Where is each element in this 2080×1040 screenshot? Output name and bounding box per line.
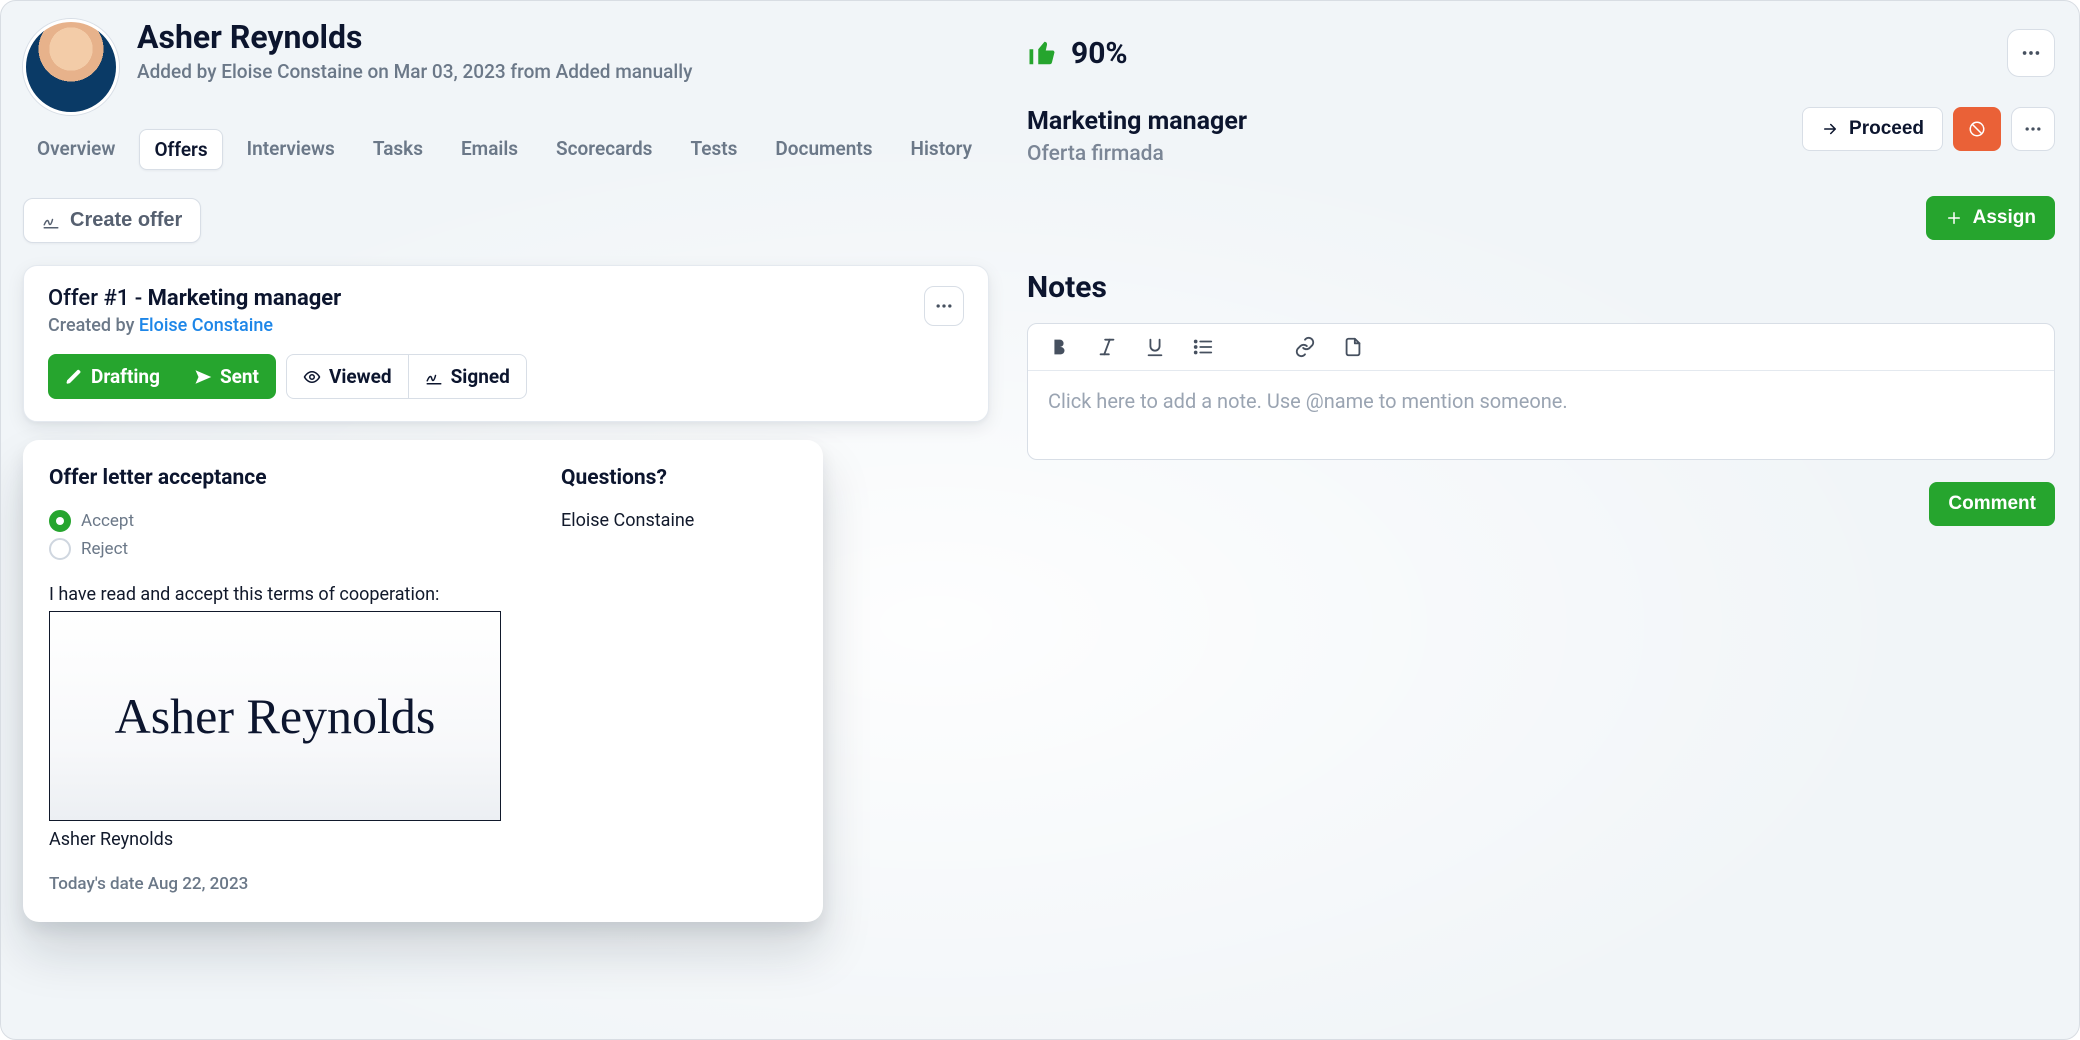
notes-heading: Notes — [1027, 270, 2055, 305]
assign-button[interactable]: Assign — [1926, 196, 2055, 240]
created-by-link[interactable]: Eloise Constaine — [139, 315, 273, 336]
arrow-right-icon — [1821, 120, 1839, 138]
underline-button[interactable] — [1144, 336, 1166, 358]
match-score: 90% — [1027, 36, 1128, 71]
signature-icon — [42, 212, 60, 230]
signature: Asher Reynolds — [115, 687, 436, 745]
tab-history[interactable]: History — [897, 129, 987, 170]
dots-icon — [934, 296, 954, 316]
pencil-icon — [65, 368, 83, 386]
acceptance-heading: Offer letter acceptance — [49, 466, 501, 490]
terms-line: I have read and accept this terms of coo… — [49, 584, 501, 605]
stage-viewed[interactable]: Viewed — [286, 354, 409, 399]
role-title: Marketing manager — [1027, 107, 1247, 136]
file-button[interactable] — [1342, 336, 1364, 358]
tab-tasks[interactable]: Tasks — [359, 129, 437, 170]
reject-button[interactable] — [1953, 107, 2001, 151]
offer-stage-row: Drafting Sent Viewed Signed — [48, 354, 964, 399]
italic-button[interactable] — [1096, 336, 1118, 358]
tabs: OverviewOffers InterviewsTasksEmailsScore… — [23, 129, 989, 170]
questions-contact: Eloise Constaine — [561, 510, 821, 531]
eye-icon — [303, 368, 321, 386]
tab-overview[interactable]: Overview — [23, 129, 129, 170]
notes-editor: Click here to add a note. Use @name to m… — [1027, 323, 2055, 460]
link-button[interactable] — [1294, 336, 1316, 358]
send-icon — [194, 368, 212, 386]
editor-toolbar — [1028, 324, 2054, 371]
offer-title: Offer #1 - Marketing manager — [48, 286, 341, 311]
avatar — [23, 19, 119, 115]
plus-icon — [1945, 209, 1963, 227]
bold-button[interactable] — [1048, 336, 1070, 358]
tab-documents[interactable]: Documents — [761, 129, 886, 170]
stage-sent[interactable]: Sent — [177, 354, 276, 399]
signature-icon — [425, 368, 443, 386]
create-offer-button[interactable]: Create offer — [23, 198, 201, 243]
list-button[interactable] — [1192, 336, 1214, 358]
reject-option[interactable]: Reject — [49, 538, 501, 560]
dots-icon — [2023, 119, 2043, 139]
radio-accept[interactable] — [49, 510, 71, 532]
tab-scorecards[interactable]: Scorecards — [542, 129, 666, 170]
tab-tests[interactable]: Tests — [676, 129, 751, 170]
questions-heading: Questions? — [561, 466, 821, 490]
radio-reject[interactable] — [49, 538, 71, 560]
tab-offers[interactable]: Offers — [139, 129, 222, 170]
comment-button[interactable]: Comment — [1929, 482, 2055, 526]
offer-more-button[interactable] — [924, 286, 964, 326]
dots-icon — [2020, 42, 2042, 64]
signature-box: Asher Reynolds — [49, 611, 501, 821]
role-more-button[interactable] — [2011, 107, 2055, 151]
tab-interviews[interactable]: Interviews — [233, 129, 349, 170]
ban-icon — [1968, 120, 1986, 138]
accept-option[interactable]: Accept — [49, 510, 501, 532]
offer-created-by: Created by Eloise Constaine — [48, 315, 341, 336]
proceed-button[interactable]: Proceed — [1802, 107, 1943, 151]
create-offer-label: Create offer — [70, 209, 182, 232]
tab-emails[interactable]: Emails — [447, 129, 532, 170]
panel-more-button[interactable] — [2007, 29, 2055, 77]
thumbs-up-icon — [1027, 38, 1057, 68]
acceptance-card: Offer letter acceptance Accept Reject I … — [23, 440, 823, 922]
stage-drafting[interactable]: Drafting — [48, 354, 177, 399]
stage-signed[interactable]: Signed — [408, 354, 527, 399]
notes-input[interactable]: Click here to add a note. Use @name to m… — [1028, 371, 2054, 459]
candidate-name: Asher Reynolds — [137, 19, 692, 56]
offer-card: Offer #1 - Marketing manager Created by … — [23, 265, 989, 422]
added-line: Added by Eloise Constaine on Mar 03, 202… — [137, 60, 692, 83]
signer-name: Asher Reynolds — [49, 829, 501, 850]
role-subtitle: Oferta firmada — [1027, 142, 1247, 166]
signature-date: Today's date Aug 22, 2023 — [49, 874, 501, 894]
candidate-header: Asher Reynolds Added by Eloise Constaine… — [23, 19, 989, 115]
